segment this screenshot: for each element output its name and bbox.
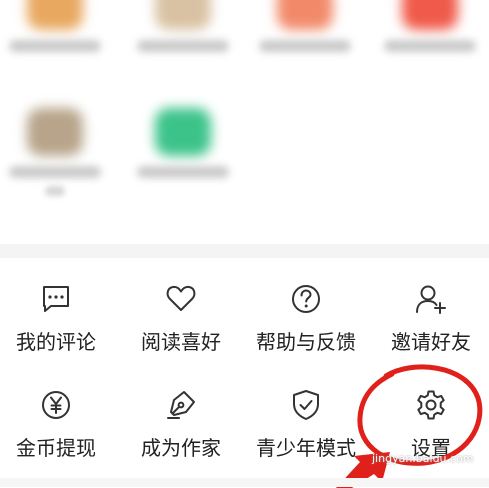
blurred-app-grid xyxy=(0,0,489,244)
pen-icon xyxy=(167,391,195,419)
comment-icon xyxy=(43,286,69,312)
menu-become-writer[interactable]: 成为作家 xyxy=(126,388,236,478)
menu-my-comments[interactable]: 我的评论 xyxy=(1,282,111,372)
menu-label: 阅读喜好 xyxy=(141,330,221,354)
menu-coin-withdraw[interactable]: 金币提现 xyxy=(1,388,111,478)
blurred-app-icon xyxy=(402,0,458,30)
blurred-app-sublabel xyxy=(45,186,65,196)
menu-reading-preference[interactable]: 阅读喜好 xyxy=(126,282,236,372)
watermark: jingyan.baidu.com xyxy=(372,452,474,465)
blurred-app-icon xyxy=(27,0,83,30)
section-divider xyxy=(0,244,489,258)
blurred-app-4[interactable] xyxy=(375,0,485,52)
blurred-app-label xyxy=(137,166,229,178)
blurred-app-label xyxy=(9,166,101,178)
menu-label: 帮助与反馈 xyxy=(256,330,356,354)
menu-label: 邀请好友 xyxy=(391,330,471,354)
blurred-app-label xyxy=(9,40,101,52)
menu-help-feedback[interactable]: 帮助与反馈 xyxy=(251,282,361,372)
menu-label: 金币提现 xyxy=(16,436,96,460)
coin-icon xyxy=(42,391,70,419)
blurred-app-2[interactable] xyxy=(128,0,238,52)
blurred-app-icon xyxy=(277,0,333,30)
help-icon xyxy=(292,285,320,313)
blurred-app-icon xyxy=(155,108,211,156)
blurred-app-label xyxy=(259,40,351,52)
menu-invite-friends[interactable]: 邀请好友 xyxy=(376,282,486,372)
blurred-app-3[interactable] xyxy=(250,0,360,52)
add-user-icon xyxy=(416,285,446,314)
menu-label: 我的评论 xyxy=(16,330,96,354)
blurred-app-1[interactable] xyxy=(0,0,110,52)
menu-label: 成为作家 xyxy=(141,436,221,460)
shield-icon xyxy=(293,390,319,420)
blurred-app-label xyxy=(137,40,229,52)
heart-icon xyxy=(166,285,196,311)
blurred-app-icon xyxy=(27,108,83,156)
blurred-app-label xyxy=(384,40,476,52)
blurred-app-6[interactable] xyxy=(128,108,238,178)
blurred-app-5[interactable] xyxy=(0,108,110,196)
bottom-strip xyxy=(0,478,489,487)
blurred-app-icon xyxy=(155,0,211,30)
